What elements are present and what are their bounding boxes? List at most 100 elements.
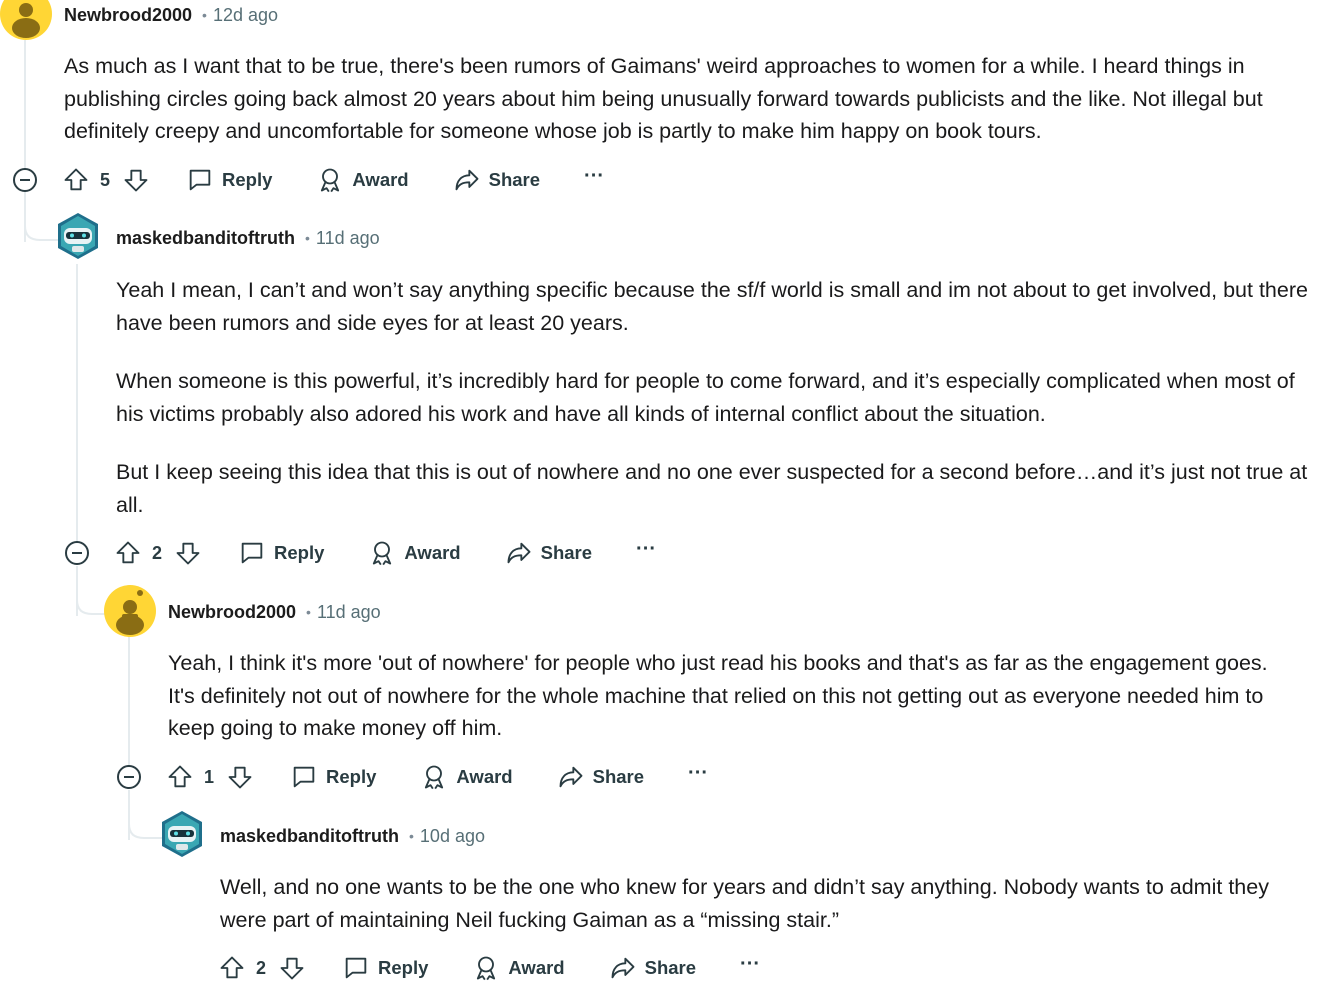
more-options-button[interactable]: ··· — [584, 166, 604, 189]
collapse-thread-button[interactable] — [65, 541, 89, 565]
reply-icon — [241, 542, 263, 564]
downvote-button[interactable] — [278, 954, 306, 982]
award-icon — [425, 765, 444, 790]
comment-body: As much as I want that to be true, there… — [64, 50, 1314, 148]
award-icon — [477, 956, 496, 981]
username[interactable]: maskedbanditoftruth — [220, 826, 399, 847]
share-label: Share — [540, 542, 593, 563]
share-button[interactable]: Share — [557, 763, 644, 791]
award-button[interactable]: Award — [420, 763, 513, 791]
reply-button[interactable]: Reply — [342, 954, 428, 982]
comment-paragraph: As much as I want that to be true, there… — [64, 54, 1263, 143]
comment-meta: maskedbanditoftruth • 10d ago — [220, 824, 485, 848]
comment-action-bar: 5 Reply Award Share ··· — [62, 162, 604, 198]
separator-dot: • — [202, 7, 207, 23]
downvote-icon — [228, 766, 252, 789]
comment-meta: maskedbanditoftruth • 11d ago — [116, 226, 380, 250]
upvote-button[interactable] — [62, 166, 90, 194]
username[interactable]: Newbrood2000 — [168, 602, 296, 623]
reply-icon — [345, 957, 367, 979]
comment-paragraph: Yeah, I think it's more 'out of nowhere'… — [168, 651, 1268, 740]
award-icon — [321, 168, 340, 193]
vote-count: 2 — [152, 542, 163, 563]
comment-body: Well, and no one wants to be the one who… — [220, 871, 1300, 936]
separator-dot: • — [306, 604, 311, 620]
share-icon — [455, 169, 479, 191]
share-label: Share — [644, 957, 697, 978]
collapse-thread-button[interactable] — [117, 765, 141, 789]
thread-line — [76, 264, 78, 544]
reply-button[interactable]: Reply — [238, 539, 324, 567]
downvote-icon — [280, 957, 304, 980]
upvote-icon — [64, 168, 88, 191]
downvote-icon — [176, 542, 200, 565]
comment-paragraph: But I keep seeing this idea that this is… — [116, 460, 1308, 517]
award-button[interactable]: Award — [316, 166, 409, 194]
reply-label: Reply — [326, 766, 377, 787]
share-icon — [507, 542, 531, 564]
comment-meta: Newbrood2000 • 11d ago — [168, 600, 381, 624]
username[interactable]: maskedbanditoftruth — [116, 228, 295, 249]
share-label: Share — [488, 169, 541, 190]
reply-label: Reply — [378, 957, 429, 978]
comment-body: Yeah I mean, I can’t and won’t say anyth… — [116, 274, 1321, 521]
masked-bandit-avatar-icon[interactable] — [156, 808, 208, 860]
share-icon — [611, 957, 635, 979]
award-button[interactable]: Award — [472, 954, 565, 982]
comment-paragraph: Yeah I mean, I can’t and won’t say anyth… — [116, 278, 1308, 335]
reply-label: Reply — [222, 169, 273, 190]
award-button[interactable]: Award — [368, 539, 461, 567]
separator-dot: • — [305, 230, 310, 246]
share-label: Share — [592, 766, 645, 787]
reply-label: Reply — [274, 542, 325, 563]
share-button[interactable]: Share — [609, 954, 696, 982]
downvote-button[interactable] — [226, 763, 254, 791]
share-button[interactable]: Share — [453, 166, 540, 194]
reply-button[interactable]: Reply — [290, 763, 376, 791]
award-label: Award — [352, 169, 409, 190]
upvote-icon — [168, 765, 192, 788]
masked-bandit-avatar-icon[interactable] — [52, 210, 104, 262]
comment-action-bar: 2 Reply Award Share ··· — [114, 535, 656, 571]
more-options-button[interactable]: ··· — [740, 954, 760, 977]
timestamp[interactable]: 12d ago — [213, 5, 278, 26]
share-icon — [559, 766, 583, 788]
thread-line — [128, 637, 130, 767]
timestamp[interactable]: 10d ago — [420, 826, 485, 847]
thread-line — [24, 40, 26, 170]
comment-paragraph: Well, and no one wants to be the one who… — [220, 875, 1269, 932]
reply-icon — [189, 169, 211, 191]
collapse-thread-button[interactable] — [13, 168, 37, 192]
share-button[interactable]: Share — [505, 539, 592, 567]
snoo-avatar-icon[interactable] — [0, 0, 52, 40]
upvote-button[interactable] — [218, 954, 246, 982]
comment-body: Yeah, I think it's more 'out of nowhere'… — [168, 647, 1278, 745]
comment-paragraph: When someone is this powerful, it’s incr… — [116, 369, 1295, 426]
upvote-icon — [116, 541, 140, 564]
comment-action-bar: 1 Reply Award Share ··· — [166, 759, 708, 795]
reply-icon — [293, 766, 315, 788]
more-options-button[interactable]: ··· — [636, 539, 656, 562]
snoo-avatar-icon[interactable] — [104, 585, 156, 637]
timestamp[interactable]: 11d ago — [316, 228, 380, 249]
more-options-button[interactable]: ··· — [688, 763, 708, 786]
vote-count: 1 — [204, 766, 215, 787]
comment-action-bar: 2 Reply Award Share ··· — [218, 950, 760, 986]
comment-meta: Newbrood2000 • 12d ago — [64, 3, 278, 27]
downvote-icon — [124, 169, 148, 192]
upvote-button[interactable] — [114, 539, 142, 567]
downvote-button[interactable] — [174, 539, 202, 567]
award-icon — [373, 541, 392, 566]
reply-button[interactable]: Reply — [186, 166, 272, 194]
username[interactable]: Newbrood2000 — [64, 5, 192, 26]
downvote-button[interactable] — [122, 166, 150, 194]
upvote-icon — [220, 956, 244, 979]
award-label: Award — [508, 957, 565, 978]
upvote-button[interactable] — [166, 763, 194, 791]
vote-count: 5 — [100, 169, 111, 190]
award-label: Award — [456, 766, 513, 787]
separator-dot: • — [409, 828, 414, 844]
award-label: Award — [404, 542, 461, 563]
timestamp[interactable]: 11d ago — [317, 602, 381, 623]
vote-count: 2 — [256, 957, 267, 978]
